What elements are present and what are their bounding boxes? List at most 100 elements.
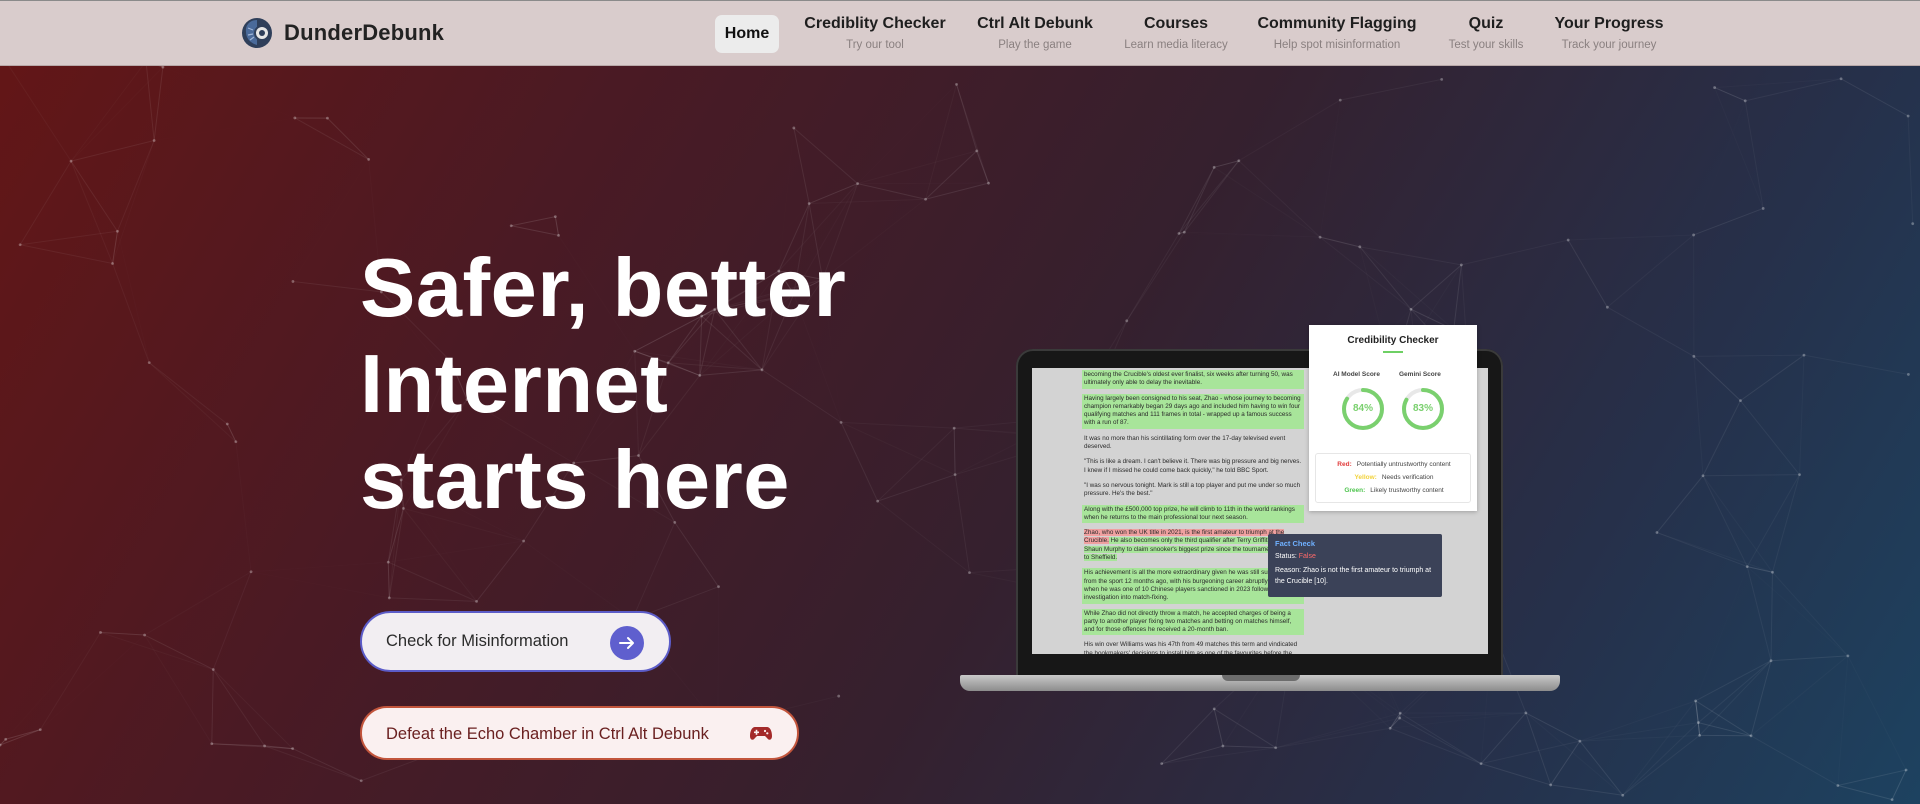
network-line — [293, 159, 369, 281]
network-node — [211, 668, 215, 671]
network-line — [1360, 247, 1454, 330]
nav-item-your-progress[interactable]: Your Progress Track your journey — [1548, 1, 1670, 67]
network-node — [386, 560, 390, 564]
network-node — [1221, 744, 1225, 748]
network-line — [1607, 306, 1695, 357]
network-line — [145, 572, 251, 635]
network-line — [1696, 567, 1748, 701]
network-line — [956, 84, 978, 152]
network-line — [511, 216, 556, 227]
network-node — [1692, 233, 1696, 237]
network-line — [1276, 728, 1390, 747]
network-line — [163, 67, 295, 118]
network-node — [249, 570, 253, 574]
network-node — [387, 596, 391, 600]
article-text: He also becomes only the third qualifier… — [1084, 537, 1297, 562]
article-paragraph: While Zhao did not directly throw a matc… — [1082, 608, 1304, 636]
network-line — [148, 362, 228, 425]
network-line — [524, 541, 633, 619]
network-node — [152, 139, 156, 142]
network-line — [1399, 712, 1482, 765]
network-line — [926, 84, 957, 199]
network-line — [1695, 700, 1701, 736]
network-line — [1126, 233, 1180, 322]
network-line — [1703, 474, 1800, 477]
network-line — [925, 182, 989, 200]
echo-chamber-game-button[interactable]: Defeat the Echo Chamber in Ctrl Alt Debu… — [360, 706, 799, 760]
network-node — [837, 694, 841, 698]
network-node — [293, 116, 297, 120]
network-line — [227, 424, 251, 572]
network-line — [1694, 356, 1703, 475]
network-line — [1214, 100, 1340, 167]
network-node — [1698, 733, 1702, 737]
gemini-score-value: 83% — [1412, 403, 1433, 414]
article-paragraph: becoming the Crucible's oldest ever fina… — [1082, 370, 1304, 389]
network-node — [1749, 734, 1753, 738]
network-node — [161, 65, 165, 69]
network-node — [1182, 230, 1186, 234]
network-line — [1480, 712, 1527, 764]
nav-label: Ctrl Alt Debunk — [977, 15, 1093, 32]
network-node — [210, 742, 214, 746]
network-line — [19, 160, 72, 245]
network-line — [1222, 745, 1276, 749]
nav-item-credibility-checker[interactable]: Crediblity Checker Try our tool — [800, 1, 950, 67]
network-node — [38, 728, 42, 732]
network-node — [234, 440, 238, 444]
network-node — [1398, 716, 1402, 720]
network-node — [1549, 783, 1553, 787]
network-line — [1340, 78, 1442, 101]
nav-label: Crediblity Checker — [804, 15, 946, 32]
network-line — [554, 216, 560, 236]
nav-sublabel: Play the game — [998, 39, 1072, 51]
network-node — [1906, 373, 1910, 376]
network-node — [1696, 721, 1700, 724]
network-node — [1739, 399, 1742, 403]
legend-row-green: Green: Likely trustworthy content — [1316, 487, 1472, 494]
nav-item-courses[interactable]: Courses Learn media literacy — [1116, 1, 1236, 67]
nav-item-ctrl-alt-debunk[interactable]: Ctrl Alt Debunk Play the game — [968, 1, 1102, 67]
network-line — [1320, 100, 1340, 237]
network-line — [674, 522, 719, 587]
network-line — [1740, 400, 1800, 475]
network-line — [1746, 474, 1800, 567]
nav-home[interactable]: Home — [715, 15, 779, 53]
network-line — [1840, 78, 1909, 117]
network-line — [1399, 717, 1482, 765]
network-line — [1838, 656, 1848, 786]
network-line — [20, 244, 113, 264]
network-line — [388, 541, 523, 562]
network-line — [264, 745, 362, 782]
network-line — [1480, 740, 1581, 765]
network-line — [476, 540, 525, 602]
nav-item-quiz[interactable]: Quiz Test your skills — [1440, 1, 1532, 67]
network-node — [1771, 570, 1774, 574]
network-line — [1276, 718, 1400, 748]
nav-sublabel: Test your skills — [1448, 39, 1524, 51]
network-line — [1751, 656, 1848, 736]
network-node — [1890, 798, 1894, 802]
network-line — [327, 117, 370, 160]
network-line — [1623, 701, 1696, 795]
network-node — [1318, 235, 1322, 239]
article-paragraph: Along with the £500,000 top prize, he wi… — [1082, 504, 1304, 524]
network-node — [1621, 793, 1625, 797]
brand[interactable]: DunderDebunk — [240, 15, 444, 51]
network-line — [0, 729, 41, 746]
network-node — [1745, 565, 1749, 568]
network-line — [1695, 660, 1772, 702]
network-line — [1580, 701, 1696, 741]
network-node — [792, 126, 796, 130]
network-line — [1567, 239, 1608, 308]
nav-item-community-flagging[interactable]: Community Flagging Help spot misinformat… — [1253, 1, 1421, 67]
network-line — [388, 561, 477, 602]
arrow-right-icon — [610, 626, 644, 660]
network-node — [18, 243, 22, 247]
network-line — [112, 231, 118, 264]
network-line — [1694, 88, 1715, 235]
network-node — [953, 473, 957, 477]
check-misinformation-button[interactable]: Check for Misinformation — [360, 611, 671, 672]
brain-logo-icon — [242, 18, 272, 48]
network-line — [1772, 474, 1801, 573]
